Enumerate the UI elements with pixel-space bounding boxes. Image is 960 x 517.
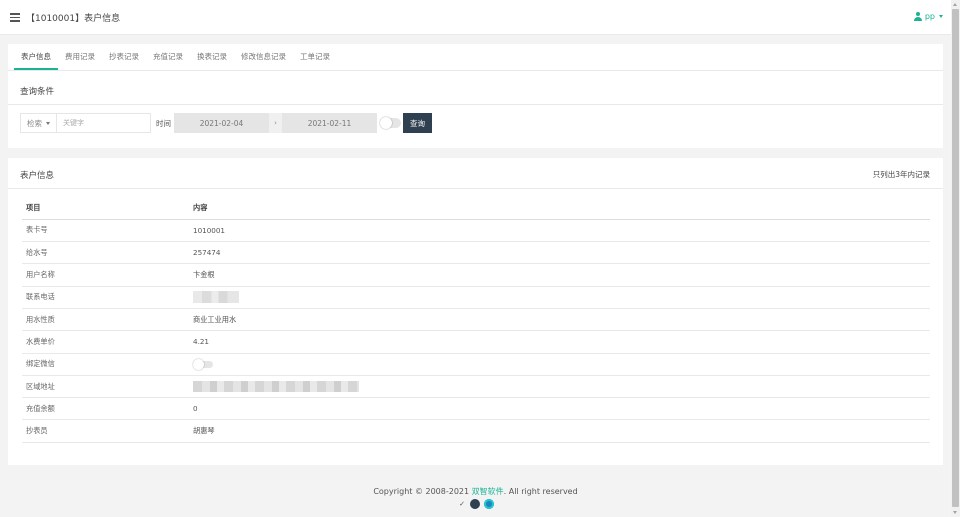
user-icon bbox=[913, 12, 922, 21]
row-label: 区域地址 bbox=[22, 375, 189, 399]
time-label: 时间 bbox=[156, 118, 171, 128]
table-row: 用户名称 卞金根 bbox=[22, 263, 930, 287]
tab-recharge-records[interactable]: 充值记录 bbox=[146, 44, 190, 70]
table-row: 用水性质 商业工业用水 bbox=[22, 308, 930, 332]
customer-name: 卞金根 bbox=[189, 263, 930, 287]
meter-info-panel: 表户信息 只列出3年内记录 项目 内容 表卡号 1010001 给水号 2574… bbox=[8, 158, 943, 465]
water-unit-price: 4.21 bbox=[189, 330, 930, 354]
end-date-input[interactable] bbox=[282, 113, 377, 133]
table-row: 联系电话 bbox=[22, 286, 930, 309]
toggle-knob bbox=[380, 117, 392, 129]
table-row: 绑定微信 bbox=[22, 353, 930, 376]
query-section-title: 查询条件 bbox=[20, 87, 55, 97]
wechat-binding-value bbox=[189, 353, 930, 376]
brand-link[interactable]: 双智软件 bbox=[472, 487, 504, 496]
row-label: 用户名称 bbox=[22, 263, 189, 287]
records-note: 只列出3年内记录 bbox=[872, 170, 930, 179]
record-tabs: 表户信息 费用记录 抄表记录 充值记录 换表记录 修改信息记录 工单记录 bbox=[8, 44, 943, 71]
wechat-binding-toggle[interactable] bbox=[193, 359, 213, 371]
scroll-down-arrow-icon[interactable] bbox=[953, 511, 957, 514]
top-navbar: 【1010001】表户信息 pp bbox=[0, 0, 951, 35]
page-scrollbar[interactable] bbox=[951, 0, 960, 517]
scroll-up-arrow-icon[interactable] bbox=[953, 3, 957, 6]
row-label: 绑定微信 bbox=[22, 353, 189, 376]
recharge-balance: 0 bbox=[189, 397, 930, 421]
theme-switcher: ✓ bbox=[458, 499, 494, 509]
tab-meter-info[interactable]: 表户信息 bbox=[14, 44, 58, 70]
tab-meter-change-records[interactable]: 换表记录 bbox=[190, 44, 234, 70]
user-name: pp bbox=[924, 12, 935, 21]
table-row: 充值余额 0 bbox=[22, 397, 930, 421]
column-header-content: 内容 bbox=[189, 197, 930, 220]
row-label: 水费单价 bbox=[22, 330, 189, 354]
meter-reader: 胡惠琴 bbox=[189, 419, 930, 443]
divider bbox=[8, 104, 943, 105]
column-header-item: 项目 bbox=[22, 197, 189, 220]
row-label: 给水号 bbox=[22, 241, 189, 265]
info-table: 项目 内容 表卡号 1010001 给水号 257474 用户名称 卞金根 联系… bbox=[22, 197, 930, 443]
copyright-prefix: Copyright © 2008-2021 bbox=[373, 487, 472, 496]
info-section-title: 表户信息 bbox=[20, 171, 55, 181]
hamburger-menu-icon[interactable] bbox=[10, 13, 20, 22]
theme-blue-dot[interactable] bbox=[484, 499, 494, 509]
table-row: 给水号 257474 bbox=[22, 241, 930, 265]
row-label: 表卡号 bbox=[22, 219, 189, 243]
check-icon: ✓ bbox=[459, 500, 465, 508]
address-value bbox=[189, 375, 930, 399]
water-usage-type: 商业工业用水 bbox=[189, 308, 930, 332]
table-header-row: 项目 内容 bbox=[22, 197, 930, 220]
redacted-phone-blur bbox=[193, 291, 239, 304]
query-panel: 表户信息 费用记录 抄表记录 充值记录 换表记录 修改信息记录 工单记录 查询条… bbox=[8, 44, 943, 148]
scrollbar-thumb[interactable] bbox=[952, 9, 959, 507]
table-row: 抄表员 胡惠琴 bbox=[22, 419, 930, 443]
phone-value bbox=[189, 286, 930, 309]
search-field-select-label: 检索 bbox=[27, 118, 42, 128]
table-row: 区域地址 bbox=[22, 375, 930, 399]
table-row: 水费单价 4.21 bbox=[22, 330, 930, 354]
query-button[interactable]: 查询 bbox=[403, 113, 432, 133]
copyright-suffix: . All right reserved bbox=[503, 487, 578, 496]
query-toggle-switch[interactable] bbox=[380, 117, 401, 129]
search-row: 检索 时间 › 查询 bbox=[20, 113, 432, 133]
date-separator: › bbox=[269, 113, 282, 133]
row-label: 抄表员 bbox=[22, 419, 189, 443]
chevron-down-icon bbox=[939, 15, 943, 18]
row-label: 充值余额 bbox=[22, 397, 189, 421]
tab-work-order-records[interactable]: 工单记录 bbox=[293, 44, 337, 70]
chevron-down-icon bbox=[46, 121, 50, 125]
row-label: 联系电话 bbox=[22, 286, 189, 309]
water-supply-number: 257474 bbox=[189, 241, 930, 265]
theme-dark-dot[interactable] bbox=[470, 499, 480, 509]
meter-card-number: 1010001 bbox=[189, 219, 930, 243]
start-date-input[interactable] bbox=[174, 113, 269, 133]
redacted-address-blur bbox=[193, 381, 359, 393]
toggle-knob bbox=[193, 359, 204, 371]
user-menu[interactable]: pp bbox=[913, 12, 943, 21]
row-label: 用水性质 bbox=[22, 308, 189, 332]
footer-copyright: Copyright © 2008-2021 双智软件. All right re… bbox=[0, 486, 951, 497]
page-title: 【1010001】表户信息 bbox=[26, 14, 121, 24]
search-field-select[interactable]: 检索 bbox=[20, 113, 57, 133]
tab-edit-records[interactable]: 修改信息记录 bbox=[234, 44, 293, 70]
table-row: 表卡号 1010001 bbox=[22, 219, 930, 243]
tab-fee-records[interactable]: 费用记录 bbox=[58, 44, 102, 70]
divider bbox=[8, 188, 943, 189]
tab-reading-records[interactable]: 抄表记录 bbox=[102, 44, 146, 70]
keyword-input[interactable] bbox=[57, 113, 151, 133]
